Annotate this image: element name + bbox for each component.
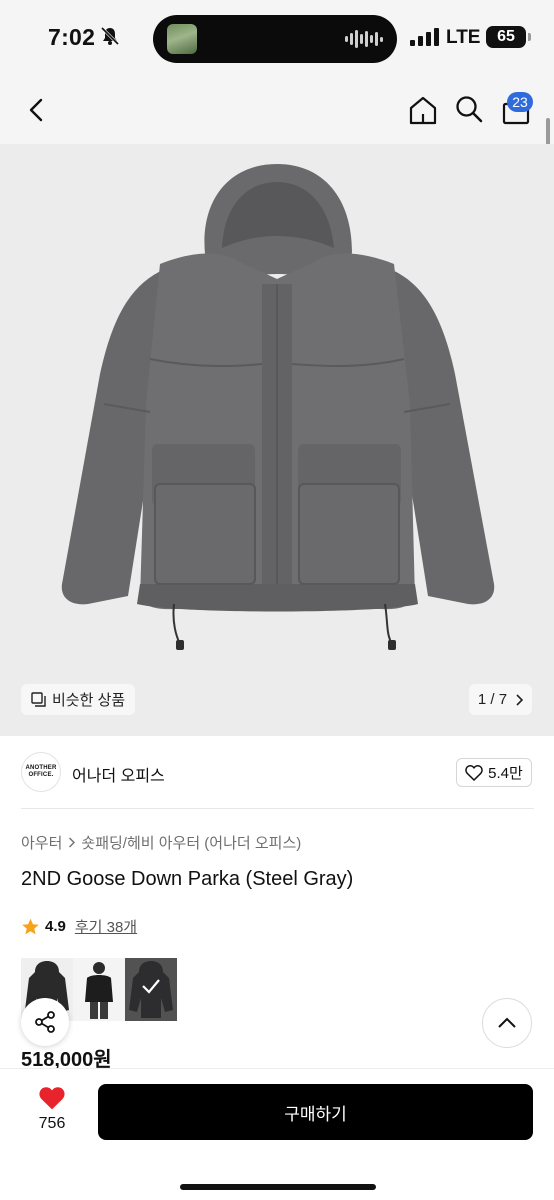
search-icon[interactable] <box>454 94 484 124</box>
similar-products-label: 비슷한 상품 <box>52 692 126 709</box>
cart-count-badge: 23 <box>507 92 533 112</box>
image-page-indicator: 1 / 7 <box>477 691 508 708</box>
heart-outline-icon <box>465 764 483 781</box>
network-type: LTE <box>446 27 481 48</box>
brand-logo-line1: ANOTHER <box>25 765 57 771</box>
cellular-signal-icon <box>410 28 439 46</box>
brand-name[interactable]: 어나더 오피스 <box>72 762 165 786</box>
heart-filled-icon <box>39 1087 65 1110</box>
checkmark-icon <box>142 979 160 994</box>
share-button[interactable] <box>21 998 69 1046</box>
rating-summary: 4.9 후기 38개 <box>21 916 137 937</box>
brand-logo[interactable]: ANOTHER OFFICE. <box>21 752 61 792</box>
home-indicator[interactable] <box>180 1184 376 1190</box>
image-pager[interactable]: 1 / 7 <box>469 684 532 715</box>
brand-like-count: 5.4만 <box>488 765 523 782</box>
product-image-carousel[interactable] <box>0 144 554 736</box>
chevron-up-icon <box>498 1017 516 1028</box>
status-bar: 7:02 LTE 65 <box>0 0 554 76</box>
variant-thumbnail[interactable] <box>73 958 125 1021</box>
bell-off-icon <box>100 26 120 46</box>
breadcrumb: 아우터 숏패딩/헤비 아우터 (어나더 오피스) <box>21 832 301 853</box>
wishlist-button[interactable]: 756 <box>24 1086 80 1133</box>
variant-thumbnail-selected[interactable] <box>125 958 177 1021</box>
chevron-left-icon[interactable] <box>24 96 50 124</box>
audio-waveform-icon <box>345 29 383 49</box>
buy-button[interactable]: 구매하기 <box>98 1084 533 1140</box>
now-playing-artwork <box>167 24 197 54</box>
variant-thumbnail-image <box>85 962 113 1019</box>
chevron-right-icon <box>516 693 524 706</box>
divider <box>21 808 534 809</box>
home-icon[interactable] <box>407 94 439 126</box>
battery-level: 65 <box>497 28 515 45</box>
breadcrumb-item-outer[interactable]: 아우터 <box>21 832 62 853</box>
reviews-link[interactable]: 후기 38개 <box>75 916 137 937</box>
scroll-to-top-button[interactable] <box>482 998 532 1048</box>
chevron-right-icon <box>69 837 76 848</box>
share-icon <box>35 1011 55 1033</box>
status-time: 7:02 <box>48 24 96 50</box>
similar-products-button[interactable]: 비슷한 상품 <box>21 684 136 715</box>
product-photo-down-parka <box>61 164 495 650</box>
star-icon <box>22 918 39 934</box>
brand-like-button[interactable]: 5.4만 <box>456 758 532 787</box>
similar-items-icon <box>31 692 46 707</box>
wishlist-count: 756 <box>38 1115 66 1132</box>
breadcrumb-item-category[interactable]: 숏패딩/헤비 아우터 (어나더 오피스) <box>81 832 301 853</box>
top-navigation <box>0 76 554 144</box>
dynamic-island[interactable] <box>153 15 397 63</box>
brand-logo-line2: OFFICE. <box>28 772 54 778</box>
product-title: 2ND Goose Down Parka (Steel Gray) <box>21 868 354 890</box>
rating-value: 4.9 <box>45 918 66 935</box>
battery-icon: 65 <box>486 26 531 48</box>
